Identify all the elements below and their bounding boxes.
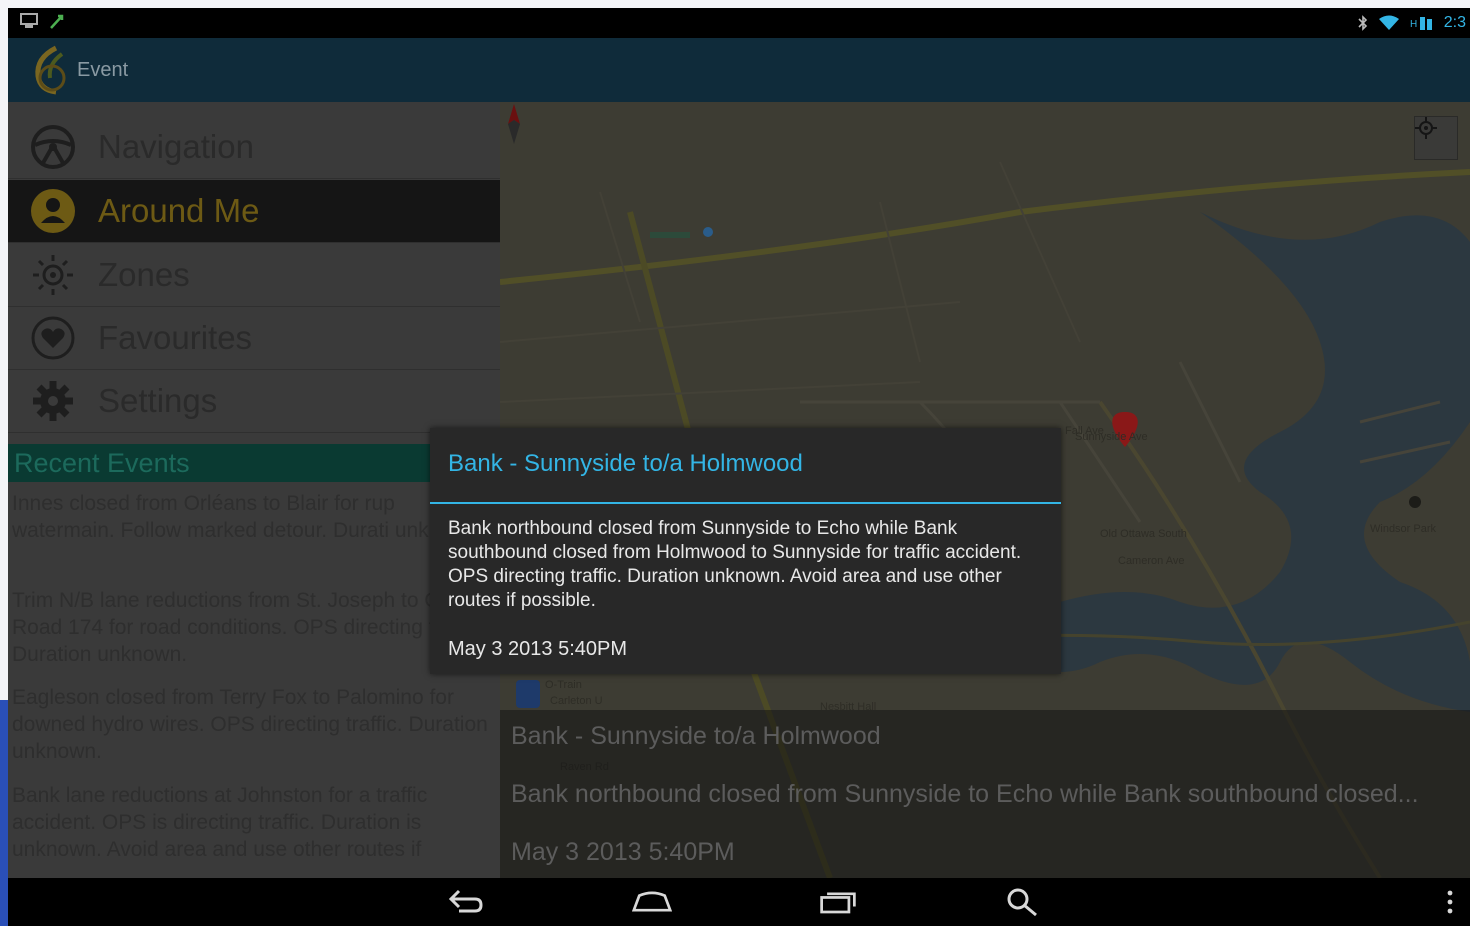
status-bar: H 2:3 <box>8 8 1470 38</box>
tablet-screen: H 2:3 Event Navigation Around Me Zones F… <box>8 8 1470 926</box>
screenshot-notification-icon <box>20 13 38 28</box>
overflow-menu-icon <box>1447 890 1453 914</box>
event-summary-description: Bank northbound closed from Sunnyside to… <box>511 780 1419 808</box>
navigation-drawer: Navigation Around Me Zones Favourites Se… <box>8 102 500 878</box>
event-summary-title: Bank - Sunnyside to/a Holmwood <box>511 722 881 750</box>
usb-debug-icon <box>50 14 64 29</box>
drawer-item-settings[interactable]: Settings <box>8 370 500 433</box>
recent-event-item[interactable]: Trim N/B lane reductions from St. Joseph… <box>12 587 496 668</box>
drawer-item-zones[interactable]: Zones <box>8 244 500 307</box>
my-location-button[interactable] <box>1414 116 1458 160</box>
recent-apps-button[interactable] <box>818 886 858 918</box>
dialog-title: Bank - Sunnyside to/a Holmwood <box>448 450 803 477</box>
crosshair-icon <box>1415 117 1437 139</box>
dialog-body: Bank northbound closed from Sunnyside to… <box>448 518 1022 611</box>
svg-text:O-Train: O-Train <box>545 679 582 691</box>
event-summary-date: May 3 2013 5:40PM <box>511 838 735 866</box>
back-icon <box>448 889 483 913</box>
drawer-item-around-me[interactable]: Around Me <box>8 180 500 243</box>
recent-apps-icon <box>820 892 856 914</box>
gear-icon <box>33 381 73 421</box>
svg-text:H: H <box>1410 19 1417 30</box>
drawer-item-navigation[interactable]: Navigation <box>8 116 500 179</box>
system-navigation-bar <box>8 878 1470 926</box>
signal-icon: H <box>1410 17 1432 30</box>
home-button[interactable] <box>632 886 672 918</box>
drawer-item-label: Around Me <box>98 192 260 229</box>
drawer-item-label: Navigation <box>98 128 254 165</box>
drawer-item-label: Zones <box>98 256 190 293</box>
overflow-menu-button[interactable] <box>1440 886 1460 918</box>
main-content: Navigation Around Me Zones Favourites Se… <box>8 102 1470 878</box>
back-button[interactable] <box>445 886 485 918</box>
recent-events-header: Recent Events <box>8 444 500 482</box>
recent-event-item[interactable]: Bank lane reductions at Johnston for a t… <box>12 782 496 863</box>
compass-icon[interactable] <box>500 102 528 146</box>
drawer-item-label: Settings <box>98 382 218 419</box>
app-logo-icon[interactable] <box>22 44 76 98</box>
bluetooth-icon <box>1358 15 1367 31</box>
svg-text:Fall Ave: Fall Ave <box>1065 425 1104 437</box>
home-icon <box>632 891 672 912</box>
recent-event-item[interactable]: Eagleson closed from Terry Fox to Palomi… <box>12 684 496 765</box>
svg-text:Old Ottawa South: Old Ottawa South <box>1100 528 1187 540</box>
svg-text:Cameron Ave: Cameron Ave <box>1118 555 1184 567</box>
zones-icon <box>33 255 73 295</box>
event-detail-dialog[interactable]: Bank - Sunnyside to/a Holmwood Bank nort… <box>430 428 1061 674</box>
search-button[interactable] <box>1004 886 1044 918</box>
person-icon <box>31 189 75 233</box>
drawer-item-favourites[interactable]: Favourites <box>8 307 500 370</box>
dialog-divider <box>430 502 1061 504</box>
svg-text:Windsor Park: Windsor Park <box>1370 523 1437 535</box>
event-summary-card[interactable]: Bank - Sunnyside to/a Holmwood Bank nort… <box>500 710 1470 878</box>
drawer-item-label: Favourites <box>98 319 253 356</box>
heart-icon <box>31 316 75 360</box>
dialog-date: May 3 2013 5:40PM <box>448 638 627 660</box>
search-icon <box>1007 888 1037 917</box>
steering-wheel-icon <box>31 125 75 169</box>
wifi-icon <box>1378 15 1399 30</box>
recent-event-item[interactable]: Innes closed from Orléans to Blair for r… <box>12 490 496 544</box>
screen-title: Event <box>77 59 129 81</box>
action-bar: Event <box>8 38 1470 102</box>
svg-text:Carleton U: Carleton U <box>550 695 603 707</box>
clock: 2:3 <box>1443 14 1466 31</box>
